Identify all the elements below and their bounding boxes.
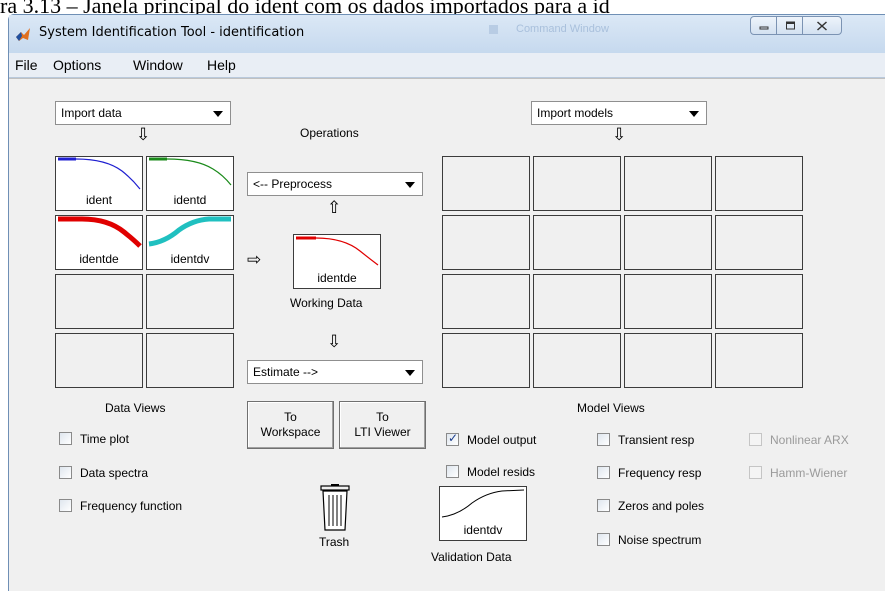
model-slot-empty[interactable] [715,333,803,388]
data-slot-empty[interactable] [146,274,234,329]
title-bar: System Identification Tool - identificat… [9,15,885,53]
ident-signal-plot [58,157,141,190]
dropdown-arrow-icon [405,370,415,376]
model-slot-empty[interactable] [442,333,530,388]
menu-window[interactable]: Window [133,57,183,73]
model-slot-empty[interactable] [715,156,803,211]
zeros-and-poles-checkbox[interactable] [597,499,610,512]
to-workspace-button[interactable]: To Workspace [247,401,334,449]
model-resids-checkbox[interactable] [446,465,459,478]
data-slot-empty[interactable] [146,333,234,388]
model-slot-empty[interactable] [624,333,712,388]
time-plot-checkbox[interactable] [59,432,72,445]
minimize-icon [759,26,768,29]
validation-data-plot [441,489,525,518]
model-slot-empty[interactable] [442,215,530,270]
data-slot-identdv[interactable]: identdv [146,215,234,270]
data-slot-empty[interactable] [55,274,143,329]
menu-help[interactable]: Help [207,57,236,73]
down-arrow-icon: ⇩ [612,125,627,144]
model-output-checkbox[interactable] [446,431,459,446]
time-plot-label: Time plot [80,432,129,446]
import-models-dropdown[interactable]: Import models [531,101,707,125]
app-window: System Identification Tool - identificat… [8,14,885,591]
import-data-dropdown[interactable]: Import data [55,101,231,125]
dropdown-arrow-icon [689,111,699,117]
noise-spectrum-label: Noise spectrum [618,533,702,547]
model-slot-empty[interactable] [624,274,712,329]
model-slot-empty[interactable] [715,274,803,329]
validation-data-caption: Validation Data [431,550,512,564]
maximize-button[interactable] [776,16,803,35]
working-data-slot[interactable]: identde [293,234,381,289]
zeros-and-poles-label: Zeros and poles [618,499,705,513]
data-slot-identde[interactable]: identde [55,215,143,270]
preprocess-dropdown[interactable]: <-- Preprocess [247,172,423,196]
model-slot-empty[interactable] [533,333,621,388]
close-button[interactable] [802,16,842,35]
menu-options[interactable]: Options [53,57,101,73]
transient-resp-label: Transient resp [618,433,695,447]
data-slot-empty[interactable] [55,333,143,388]
frequency-function-label: Frequency function [80,499,183,513]
nonlinear-arx-label: Nonlinear ARX [770,433,849,447]
model-slot-empty[interactable] [442,274,530,329]
frequency-resp-label: Frequency resp [618,466,702,480]
model-slot-empty[interactable] [624,156,712,211]
model-output-label: Model output [467,433,537,447]
data-slot-identd[interactable]: identd [146,156,234,211]
estimate-dropdown[interactable]: Estimate --> [247,360,423,384]
trash-icon[interactable] [317,484,353,532]
frequency-resp-checkbox[interactable] [597,466,610,479]
data-views-title: Data Views [105,401,166,415]
transient-resp-checkbox[interactable] [597,433,610,446]
data-spectra-label: Data spectra [80,466,149,480]
model-slot-empty[interactable] [624,215,712,270]
hamm-wiener-label: Hamm-Wiener [770,466,848,480]
window-title: System Identification Tool - identificat… [39,25,305,40]
working-data-caption: Working Data [290,296,363,310]
main-panel: Import data ⇩ ident identd identde ident… [9,78,885,591]
up-arrow-icon: ⇧ [327,198,342,217]
close-icon [817,20,827,31]
nonlinear-arx-checkbox [749,433,762,446]
restore-icon [785,21,795,29]
down-arrow-icon: ⇩ [136,125,151,144]
menu-file[interactable]: File [15,57,38,73]
model-slot-empty[interactable] [715,215,803,270]
frequency-function-checkbox[interactable] [59,499,72,512]
identd-signal-plot [149,157,232,186]
model-slot-empty[interactable] [533,215,621,270]
to-lti-viewer-button[interactable]: To LTI Viewer [339,401,426,449]
data-spectra-checkbox[interactable] [59,466,72,479]
trash-label: Trash [319,535,350,549]
dropdown-arrow-icon [213,111,223,117]
identde-signal-plot [58,216,142,248]
data-slot-ident[interactable]: ident [55,156,143,211]
working-data-plot [296,236,379,266]
operations-title: Operations [300,126,359,140]
model-resids-label: Model resids [467,465,536,479]
background-window-hint: Command Window [489,23,609,35]
noise-spectrum-checkbox[interactable] [597,533,610,546]
model-views-title: Model Views [577,401,645,415]
model-slot-empty[interactable] [442,156,530,211]
identdv-signal-plot [148,216,231,247]
model-slot-empty[interactable] [533,156,621,211]
hamm-wiener-checkbox [749,466,762,479]
menu-bar: File Options Window Help [9,53,885,78]
dropdown-arrow-icon [405,182,415,188]
down-arrow-icon: ⇩ [327,332,342,351]
model-slot-empty[interactable] [533,274,621,329]
matlab-logo-icon [16,28,30,41]
right-arrow-icon: ⇨ [247,250,262,269]
validation-data-slot[interactable]: identdv [439,486,527,541]
minimize-button[interactable] [750,16,777,35]
